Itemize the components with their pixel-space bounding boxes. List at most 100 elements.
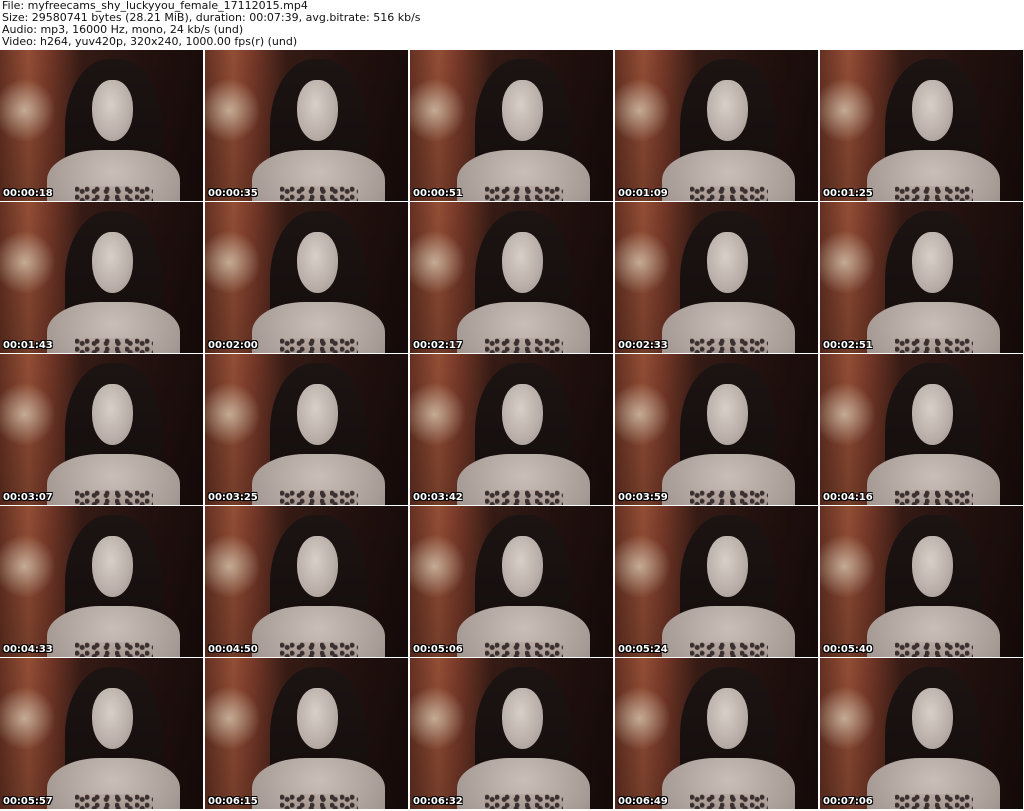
video-frame-thumbnail: 00:04:33 — [0, 506, 203, 657]
frame-image — [205, 354, 408, 505]
person-figure — [252, 59, 385, 201]
frame-timestamp: 00:02:00 — [208, 340, 258, 351]
frame-image — [205, 50, 408, 201]
frame-timestamp: 00:03:25 — [208, 492, 258, 503]
frame-image — [410, 354, 613, 505]
person-figure — [252, 515, 385, 657]
person-figure — [867, 211, 1000, 353]
video-frame-thumbnail: 00:03:42 — [410, 354, 613, 505]
frame-timestamp: 00:05:24 — [618, 644, 668, 655]
person-figure — [457, 363, 590, 505]
frame-image — [615, 50, 818, 201]
frame-timestamp: 00:00:51 — [413, 188, 463, 199]
person-figure — [457, 211, 590, 353]
frame-image — [820, 202, 1023, 353]
frame-image — [0, 202, 203, 353]
person-figure — [47, 515, 180, 657]
frame-timestamp: 00:04:33 — [3, 644, 53, 655]
video-frame-thumbnail: 00:06:49 — [615, 658, 818, 809]
person-figure — [662, 363, 795, 505]
frame-timestamp: 00:07:06 — [823, 796, 873, 807]
video-frame-thumbnail: 00:05:24 — [615, 506, 818, 657]
frame-timestamp: 00:01:09 — [618, 188, 668, 199]
person-figure — [47, 59, 180, 201]
video-frame-thumbnail: 00:01:09 — [615, 50, 818, 201]
frame-timestamp: 00:06:15 — [208, 796, 258, 807]
person-figure — [457, 59, 590, 201]
person-figure — [867, 515, 1000, 657]
video-frame-thumbnail: 00:00:51 — [410, 50, 613, 201]
frame-image — [820, 506, 1023, 657]
frame-timestamp: 00:01:43 — [3, 340, 53, 351]
person-figure — [252, 667, 385, 809]
frame-image — [615, 202, 818, 353]
video-frame-thumbnail: 00:02:33 — [615, 202, 818, 353]
frame-image — [410, 506, 613, 657]
frame-image — [0, 354, 203, 505]
person-figure — [662, 667, 795, 809]
frame-image — [205, 506, 408, 657]
frame-image — [410, 50, 613, 201]
person-figure — [47, 363, 180, 505]
frame-timestamp: 00:03:07 — [3, 492, 53, 503]
video-frame-thumbnail: 00:04:16 — [820, 354, 1023, 505]
thumbnail-grid: 00:00:18 00:00:35 00:00:51 00:01:09 00:01:25… — [0, 50, 1024, 811]
person-figure — [47, 211, 180, 353]
frame-image — [820, 50, 1023, 201]
frame-image — [615, 506, 818, 657]
video-frame-thumbnail: 00:05:40 — [820, 506, 1023, 657]
video-frame-thumbnail: 00:05:06 — [410, 506, 613, 657]
video-frame-thumbnail: 00:00:18 — [0, 50, 203, 201]
person-figure — [867, 363, 1000, 505]
frame-image — [205, 658, 408, 809]
frame-timestamp: 00:04:16 — [823, 492, 873, 503]
video-frame-thumbnail: 00:07:06 — [820, 658, 1023, 809]
person-figure — [252, 363, 385, 505]
frame-image — [0, 658, 203, 809]
frame-image — [615, 658, 818, 809]
video-frame-thumbnail: 00:03:25 — [205, 354, 408, 505]
person-figure — [662, 59, 795, 201]
video-frame-thumbnail: 00:02:17 — [410, 202, 613, 353]
video-frame-thumbnail: 00:02:51 — [820, 202, 1023, 353]
frame-timestamp: 00:00:18 — [3, 188, 53, 199]
frame-timestamp: 00:01:25 — [823, 188, 873, 199]
frame-image — [615, 354, 818, 505]
video-info-line: Video: h264, yuv420p, 320x240, 1000.00 f… — [2, 35, 298, 48]
frame-timestamp: 00:05:06 — [413, 644, 463, 655]
frame-timestamp: 00:03:59 — [618, 492, 668, 503]
video-frame-thumbnail: 00:04:50 — [205, 506, 408, 657]
video-frame-thumbnail: 00:02:00 — [205, 202, 408, 353]
frame-timestamp: 00:05:40 — [823, 644, 873, 655]
video-frame-thumbnail: 00:01:43 — [0, 202, 203, 353]
video-frame-thumbnail: 00:06:32 — [410, 658, 613, 809]
frame-timestamp: 00:05:57 — [3, 796, 53, 807]
person-figure — [867, 667, 1000, 809]
frame-image — [0, 506, 203, 657]
person-figure — [47, 667, 180, 809]
video-frame-thumbnail: 00:00:35 — [205, 50, 408, 201]
frame-timestamp: 00:06:32 — [413, 796, 463, 807]
video-frame-thumbnail: 00:03:59 — [615, 354, 818, 505]
frame-image — [410, 202, 613, 353]
frame-timestamp: 00:04:50 — [208, 644, 258, 655]
video-frame-thumbnail: 00:01:25 — [820, 50, 1023, 201]
frame-image — [820, 658, 1023, 809]
frame-timestamp: 00:00:35 — [208, 188, 258, 199]
frame-timestamp: 00:02:17 — [413, 340, 463, 351]
frame-timestamp: 00:02:51 — [823, 340, 873, 351]
frame-image — [0, 50, 203, 201]
video-frame-thumbnail: 00:05:57 — [0, 658, 203, 809]
person-figure — [252, 211, 385, 353]
person-figure — [662, 211, 795, 353]
frame-image — [410, 658, 613, 809]
frame-image — [205, 202, 408, 353]
person-figure — [662, 515, 795, 657]
file-info-header: File: myfreecams_shy_luckyyou_female_171… — [2, 0, 1020, 48]
frame-timestamp: 00:03:42 — [413, 492, 463, 503]
video-frame-thumbnail: 00:06:15 — [205, 658, 408, 809]
video-frame-thumbnail: 00:03:07 — [0, 354, 203, 505]
person-figure — [867, 59, 1000, 201]
person-figure — [457, 515, 590, 657]
frame-timestamp: 00:02:33 — [618, 340, 668, 351]
